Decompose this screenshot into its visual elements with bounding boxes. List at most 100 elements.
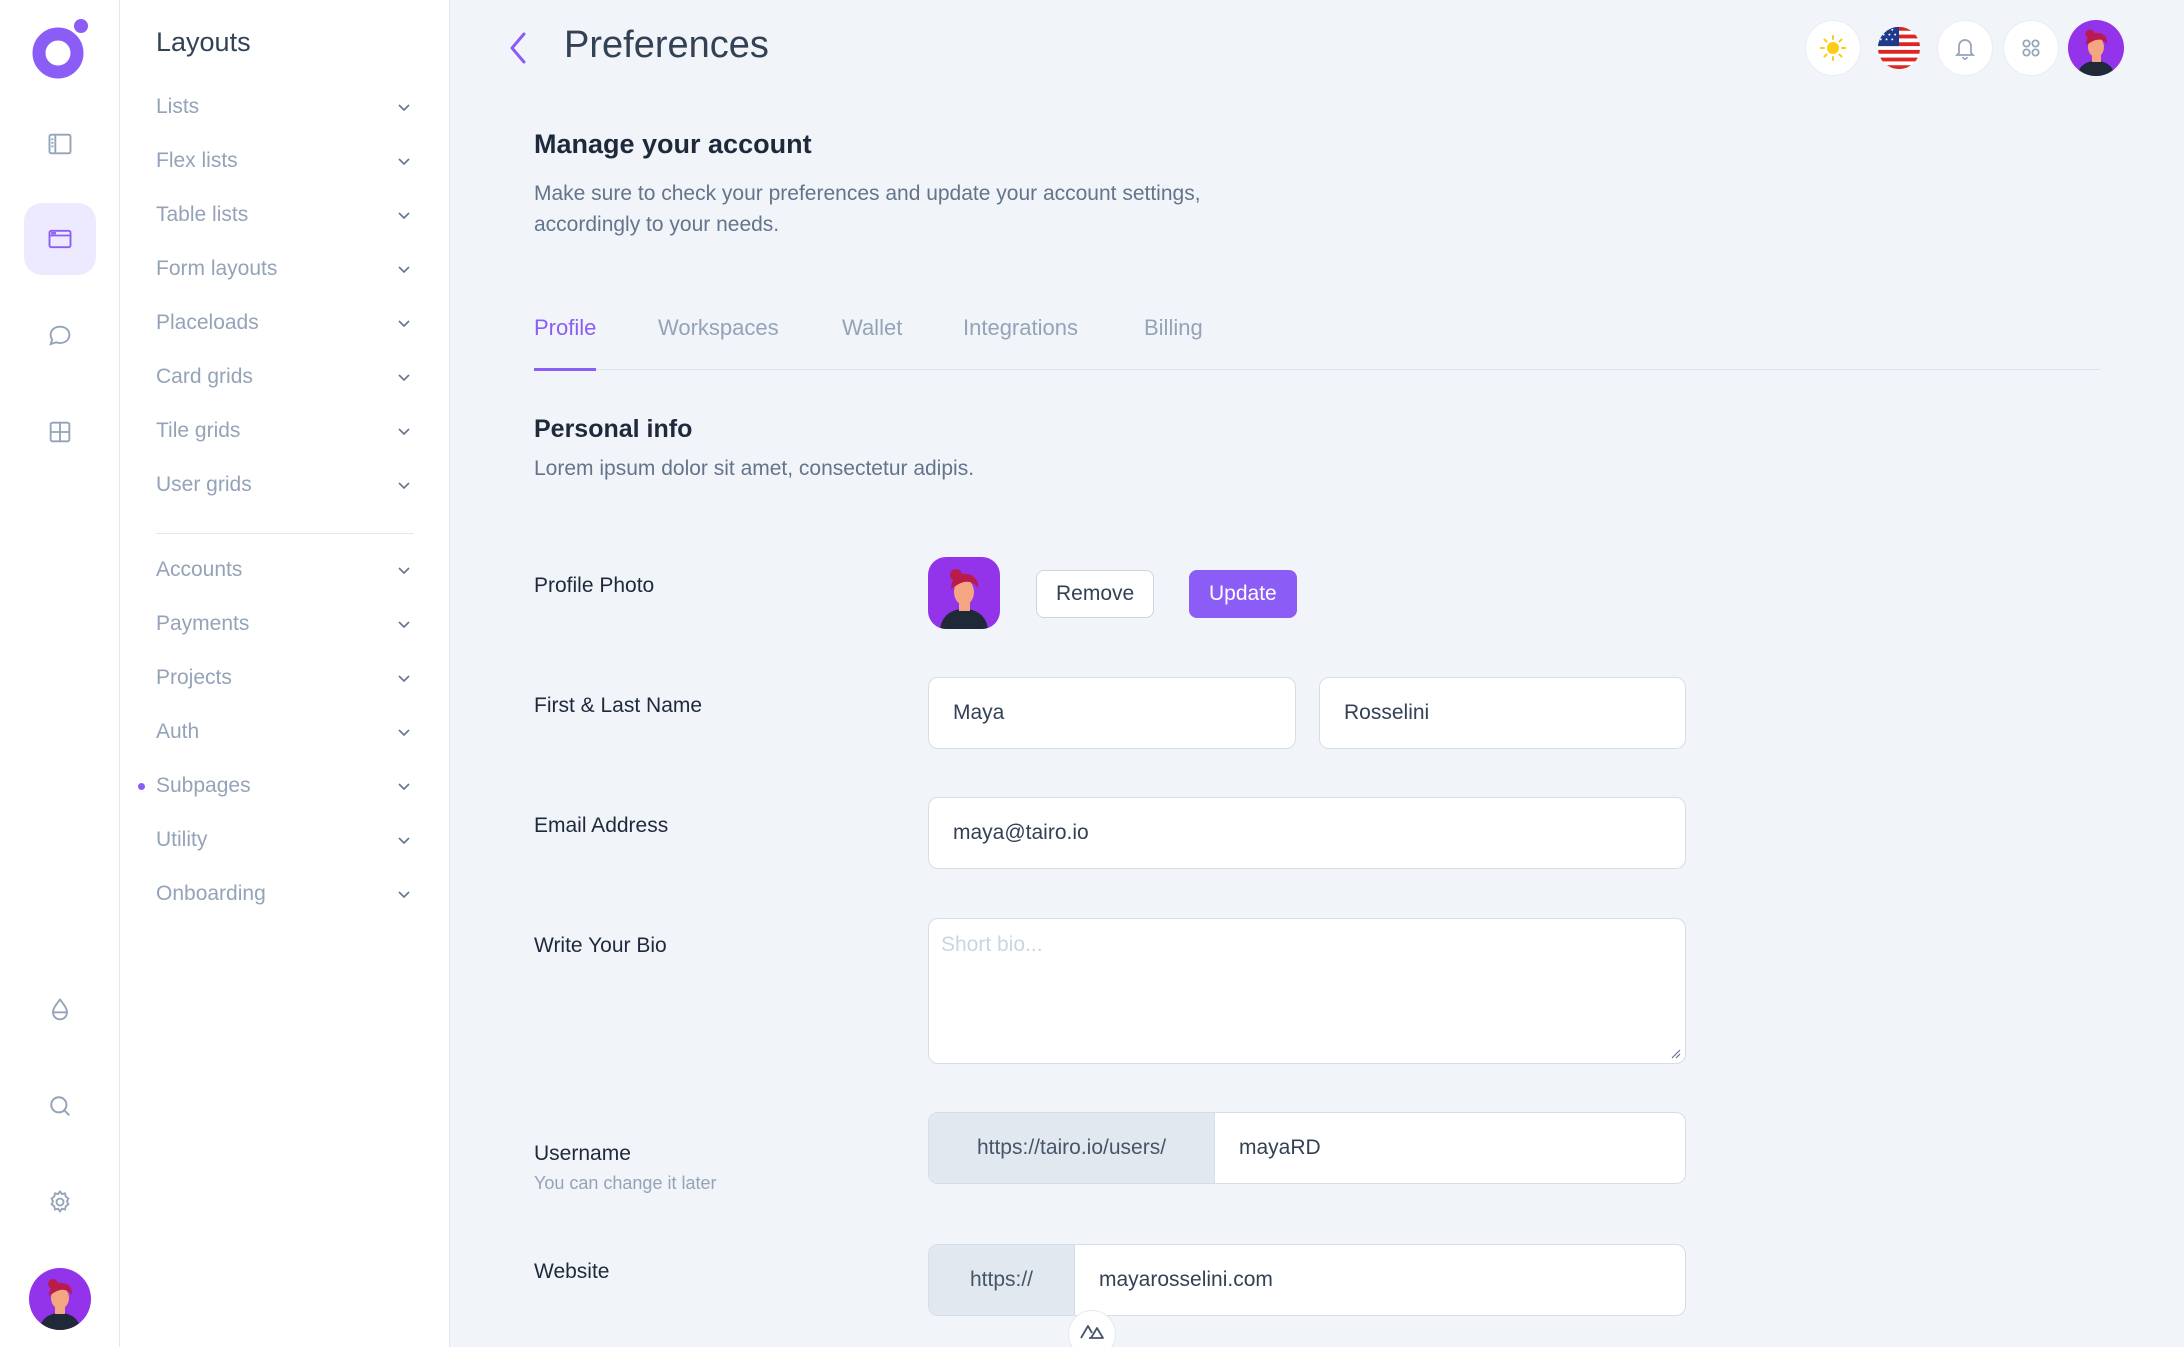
menu-item-label: Payments xyxy=(156,612,250,635)
sun-icon xyxy=(1820,35,1846,61)
username-field[interactable]: mayaRD xyxy=(1215,1113,1685,1183)
back-button[interactable] xyxy=(500,26,536,70)
menu-item-label: Projects xyxy=(156,666,232,689)
menu-item-user-grids[interactable]: User grids xyxy=(156,465,414,505)
resize-handle-icon[interactable] xyxy=(1669,1047,1681,1059)
menu-item-utility[interactable]: Utility xyxy=(156,820,414,860)
preferences-tabs: Profile Workspaces Wallet Integrations B… xyxy=(534,300,2100,371)
menu-item-auth[interactable]: Auth xyxy=(156,712,414,752)
email-value: maya@tairo.io xyxy=(953,821,1089,844)
user-avatar[interactable] xyxy=(29,1268,91,1330)
last-name-value: Rosselini xyxy=(1344,701,1430,724)
app-root: Layouts Lists Flex lists Table lists For… xyxy=(0,0,2184,1347)
submenu-title: Layouts xyxy=(156,27,251,57)
menu-item-label: Flex lists xyxy=(156,149,238,172)
drop-icon xyxy=(52,997,68,1021)
tab-workspaces[interactable]: Workspaces xyxy=(658,315,779,368)
layouts-nav-button[interactable] xyxy=(24,203,96,275)
apps-grid-icon xyxy=(2022,39,2040,57)
menu-item-label: Lists xyxy=(156,95,200,118)
chevron-down-icon xyxy=(398,482,410,490)
menu-item-projects[interactable]: Projects xyxy=(156,658,414,698)
update-photo-button[interactable]: Update xyxy=(1189,570,1297,618)
menu-item-label: Onboarding xyxy=(156,882,266,905)
page-title: Preferences xyxy=(564,24,769,66)
menu-item-flex-lists[interactable]: Flex lists xyxy=(156,141,414,181)
settings-nav-button[interactable] xyxy=(24,1166,96,1238)
tab-profile[interactable]: Profile xyxy=(534,315,597,371)
account-section-description: Make sure to check your preferences and … xyxy=(534,182,1201,236)
avatar-image xyxy=(29,1268,91,1330)
menu-item-label: Card grids xyxy=(156,365,253,388)
bio-placeholder: Short bio... xyxy=(941,933,1043,956)
nuxt-logo-icon xyxy=(1080,1325,1104,1339)
chevron-down-icon xyxy=(398,621,410,629)
chevron-down-icon xyxy=(398,212,410,220)
theme-toggle-button[interactable] xyxy=(1805,20,1861,76)
username-prefix-addon: https://tairo.io/users/ xyxy=(929,1113,1215,1183)
tab-billing[interactable]: Billing xyxy=(1144,315,1203,368)
brand-logo-icon[interactable] xyxy=(31,17,91,81)
chevron-left-icon xyxy=(510,32,526,64)
remove-photo-button[interactable]: Remove xyxy=(1036,570,1155,618)
profile-photo xyxy=(928,557,1000,629)
menu-item-label: Auth xyxy=(156,720,200,743)
dashboards-nav-button[interactable] xyxy=(24,396,96,468)
name-label: First & Last Name xyxy=(534,694,703,717)
search-icon xyxy=(50,1096,71,1117)
grid-icon xyxy=(49,421,71,443)
menu-item-label: Utility xyxy=(156,828,208,851)
messages-nav-button[interactable] xyxy=(24,300,96,372)
website-value: mayarosselini.com xyxy=(1099,1268,1273,1291)
website-field-group: https:// mayarosselini.com xyxy=(928,1244,1686,1316)
email-label: Email Address xyxy=(534,814,669,837)
chevron-down-icon xyxy=(398,104,410,112)
menu-item-placeloads[interactable]: Placeloads xyxy=(156,303,414,343)
sidebar-icon xyxy=(48,133,72,155)
username-label: Username xyxy=(534,1142,631,1165)
tab-wallet[interactable]: Wallet xyxy=(842,315,902,368)
personal-info-title: Personal info xyxy=(534,415,693,443)
menu-item-onboarding[interactable]: Onboarding xyxy=(156,874,414,914)
username-hint: You can change it later xyxy=(534,1173,717,1193)
menu-item-payments[interactable]: Payments xyxy=(156,604,414,644)
email-field[interactable]: maya@tairo.io xyxy=(928,797,1686,869)
theme-nav-button[interactable] xyxy=(24,974,96,1046)
chevron-down-icon xyxy=(398,567,410,575)
website-label: Website xyxy=(534,1260,610,1283)
chevron-down-icon xyxy=(398,891,410,899)
chevron-down-icon xyxy=(398,428,410,436)
menu-item-label: Tile grids xyxy=(156,419,241,442)
bell-icon xyxy=(1954,39,1976,60)
menu-item-accounts[interactable]: Accounts xyxy=(156,550,414,590)
menu-divider xyxy=(156,533,414,534)
menu-item-tile-grids[interactable]: Tile grids xyxy=(156,411,414,451)
menu-item-label: User grids xyxy=(156,473,252,496)
layouts-submenu: Layouts Lists Flex lists Table lists For… xyxy=(120,0,450,1347)
layout-icon xyxy=(48,229,72,249)
menu-item-lists[interactable]: Lists xyxy=(156,87,414,127)
language-button[interactable] xyxy=(1871,20,1927,76)
avatar-image xyxy=(2068,20,2124,76)
search-nav-button[interactable] xyxy=(24,1070,96,1142)
last-name-field[interactable]: Rosselini xyxy=(1319,677,1686,749)
bio-label: Write Your Bio xyxy=(534,934,667,957)
menu-item-form-layouts[interactable]: Form layouts xyxy=(156,249,414,289)
menu-item-subpages[interactable]: Subpages xyxy=(138,766,414,806)
bio-textarea[interactable]: Short bio... xyxy=(928,918,1686,1064)
website-field[interactable]: mayarosselini.com xyxy=(1075,1245,1685,1315)
account-avatar-button[interactable] xyxy=(2068,20,2124,76)
gear-icon xyxy=(50,1189,70,1213)
tab-integrations[interactable]: Integrations xyxy=(963,315,1078,368)
menu-item-label: Placeloads xyxy=(156,311,259,334)
first-name-field[interactable]: Maya xyxy=(928,677,1296,749)
notifications-button[interactable] xyxy=(1937,20,1993,76)
chevron-down-icon xyxy=(398,837,410,845)
website-prefix-addon: https:// xyxy=(929,1245,1075,1315)
account-section-title: Manage your account xyxy=(534,129,812,159)
sidebar-toggle-button[interactable] xyxy=(24,108,96,180)
menu-item-table-lists[interactable]: Table lists xyxy=(156,195,414,235)
menu-item-label: Table lists xyxy=(156,203,249,226)
menu-item-card-grids[interactable]: Card grids xyxy=(156,357,414,397)
apps-button[interactable] xyxy=(2003,20,2059,76)
